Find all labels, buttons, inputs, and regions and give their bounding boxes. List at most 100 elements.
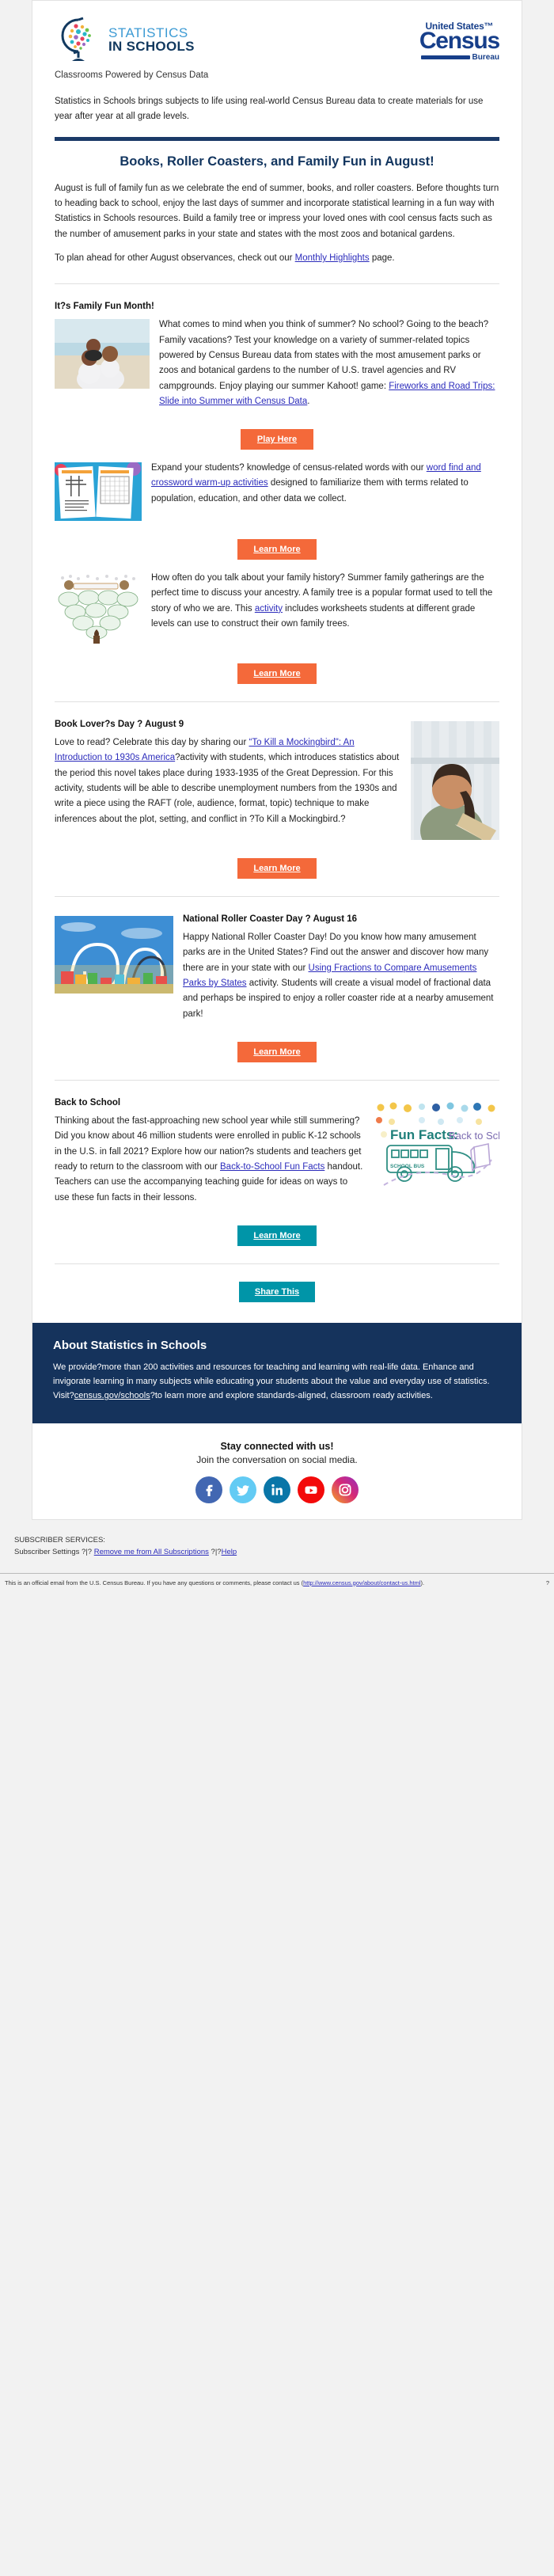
- book-lovers-before: Love to read? Celebrate this day by shar…: [55, 738, 249, 748]
- facebook-icon[interactable]: [195, 1476, 222, 1504]
- subscriber-heading: SUBSCRIBER SERVICES:: [14, 1536, 105, 1545]
- back-to-school-row: Back to School Thinking about the fast-a…: [55, 1098, 499, 1214]
- girl-reading-book-photo: [411, 721, 499, 845]
- family-fun-title: It?s Family Fun Month!: [55, 302, 154, 312]
- subscriber-services: SUBSCRIBER SERVICES: Subscriber Settings…: [0, 1520, 554, 1561]
- monthly-highlights-link[interactable]: Monthly Highlights: [295, 253, 370, 263]
- sis-wordmark: STATISTICS IN SCHOOLS: [108, 26, 195, 53]
- lede-paragraph-1: August is full of family fun as we celeb…: [55, 183, 499, 239]
- social-section: Stay connected with us! Join the convers…: [32, 1423, 522, 1520]
- section-back-to-school: Back to School Thinking about the fast-a…: [32, 1098, 522, 1246]
- play-here-button[interactable]: Play Here: [241, 429, 313, 450]
- sis-logo-line1: STATISTICS: [108, 25, 188, 40]
- share-this-button[interactable]: Share This: [238, 1281, 316, 1302]
- family-fun-block2-text: Expand your students? knowledge of censu…: [151, 461, 499, 519]
- census-logo-rule: [420, 55, 470, 59]
- learn-more-wrap-book: Learn More: [55, 858, 499, 880]
- divider-3: [55, 896, 499, 898]
- instagram-icon[interactable]: [332, 1476, 359, 1504]
- social-icon-row: [32, 1476, 522, 1504]
- family-fun-block1-before: What comes to mind when you think of sum…: [159, 320, 489, 391]
- page-title: Books, Roller Coasters, and Family Fun i…: [120, 154, 434, 169]
- roller-coaster-row: National Roller Coaster Day ? August 16 …: [55, 914, 499, 1031]
- about-section: About Statistics in Schools We provide?m…: [32, 1322, 522, 1424]
- back-to-school-label: Back to School: [449, 1130, 499, 1142]
- census-logo-bar: Bureau: [419, 53, 499, 62]
- section-roller-coaster: National Roller Coaster Day ? August 16 …: [32, 914, 522, 1062]
- contact-us-link[interactable]: http://www.census.gov/about/contact-us.h…: [303, 1579, 420, 1586]
- divider-5: [55, 1263, 499, 1264]
- book-lovers-row: Book Lover?s Day ? August 9 Love to read…: [55, 720, 499, 847]
- family-fun-block1-text: What comes to mind when you think of sum…: [159, 317, 499, 409]
- lede-p2-after: page.: [369, 253, 395, 263]
- learn-more-wrap-bts: Learn More: [55, 1225, 499, 1246]
- divider-1: [55, 283, 499, 285]
- book-lovers-title: Book Lover?s Day ? August 9: [55, 720, 184, 730]
- youtube-icon[interactable]: [298, 1476, 324, 1504]
- globe-icon: [55, 15, 104, 64]
- crossword-worksheets-thumbnail: [55, 462, 142, 525]
- share-this-wrap: Share This: [32, 1281, 522, 1302]
- section-family-fun: It?s Family Fun Month! What comes to min…: [32, 302, 522, 685]
- back-to-school-title: Back to School: [55, 1098, 121, 1108]
- footnote-mark: ?: [545, 1579, 549, 1586]
- census-logo-bureau: Bureau: [472, 52, 499, 62]
- social-title: Stay connected with us!: [220, 1441, 334, 1453]
- linkedin-icon[interactable]: [264, 1476, 290, 1504]
- learn-more-button-roller-coaster[interactable]: Learn More: [237, 1042, 317, 1062]
- family-fun-block-3: How often do you talk about your family …: [55, 571, 499, 652]
- lede-paragraph-2: To plan ahead for other August observanc…: [55, 251, 499, 266]
- subscriber-settings-label[interactable]: Subscriber Settings ?|?: [14, 1548, 92, 1556]
- learn-more-wrap-3: Learn More: [55, 663, 499, 685]
- family-tree-activity-link[interactable]: activity: [255, 604, 283, 614]
- family-beach-photo: [55, 319, 150, 415]
- back-to-school-fun-facts-link[interactable]: Back-to-School Fun Facts: [220, 1162, 324, 1172]
- footnote-after: ).: [420, 1579, 425, 1586]
- about-after: ?to learn more and explore standards-ali…: [150, 1391, 433, 1401]
- section-book-lovers: Book Lover?s Day ? August 9 Love to read…: [32, 720, 522, 880]
- subscriber-links-row: Subscriber Settings ?|? Remove me from A…: [14, 1546, 540, 1558]
- footnote-before: This is an official email from the U.S. …: [5, 1579, 304, 1586]
- roller-coaster-text: Happy National Roller Coaster Day! Do yo…: [183, 930, 499, 1022]
- divider-4: [55, 1080, 499, 1081]
- family-fun-block1-after: .: [307, 396, 310, 406]
- roller-coaster-photo: [55, 916, 173, 1028]
- back-to-school-text: Thinking about the fast-approaching new …: [55, 1114, 363, 1206]
- family-fun-block3-text: How often do you talk about your family …: [151, 571, 499, 644]
- school-bus-label: SCHOOL BUS: [390, 1164, 425, 1169]
- census-logo-census: Census: [419, 28, 500, 54]
- sis-logo-line2: IN SCHOOLS: [108, 39, 195, 54]
- about-title: About Statistics in Schools: [53, 1338, 207, 1352]
- learn-more-button-family-tree[interactable]: Learn More: [237, 663, 317, 685]
- divider-2: [55, 701, 499, 703]
- census-gov-schools-link[interactable]: census.gov/schools: [74, 1391, 150, 1400]
- family-fun-block2-before: Expand your students? knowledge of censu…: [151, 463, 427, 473]
- twitter-icon[interactable]: [230, 1476, 256, 1504]
- learn-more-wrap-2: Learn More: [55, 539, 499, 560]
- play-here-wrap: Play Here: [55, 429, 499, 450]
- family-tree-worksheet-thumbnail: [55, 572, 142, 649]
- subscriber-separator: ?|?: [211, 1548, 222, 1557]
- fun-facts-back-to-school-graphic: Fun Facts: Back to School SCHOOL BUS: [373, 1100, 499, 1211]
- remove-subscriptions-link[interactable]: Remove me from All Subscriptions: [94, 1548, 209, 1556]
- official-email-footnote: This is an official email from the U.S. …: [0, 1574, 554, 1594]
- learn-more-button-back-to-school[interactable]: Learn More: [237, 1225, 317, 1246]
- family-fun-block-1: What comes to mind when you think of sum…: [55, 317, 499, 418]
- social-subtitle: Join the conversation on social media.: [196, 1454, 358, 1466]
- email-page: STATISTICS IN SCHOOLS United States™ Cen…: [0, 0, 554, 1594]
- learn-more-button-book-lovers[interactable]: Learn More: [237, 858, 317, 880]
- masthead: STATISTICS IN SCHOOLS United States™ Cen…: [32, 1, 522, 67]
- learn-more-button-crossword[interactable]: Learn More: [237, 539, 317, 560]
- tagline: Classrooms Powered by Census Data: [55, 70, 209, 80]
- about-text: We provide?more than 200 activities and …: [53, 1360, 501, 1403]
- help-link[interactable]: Help: [222, 1548, 237, 1556]
- lede-p2-before: To plan ahead for other August observanc…: [55, 253, 295, 263]
- statistics-in-schools-logo[interactable]: STATISTICS IN SCHOOLS: [55, 15, 195, 64]
- roller-coaster-title: National Roller Coaster Day ? August 16: [183, 914, 358, 925]
- book-lovers-text: Love to read? Celebrate this day by shar…: [55, 735, 401, 827]
- learn-more-wrap-coaster: Learn More: [55, 1042, 499, 1062]
- headline-divider: [55, 136, 499, 141]
- book-lovers-after: ?activity with students, which introduce…: [55, 753, 400, 824]
- family-fun-block-2: Expand your students? knowledge of censu…: [55, 461, 499, 528]
- census-bureau-logo[interactable]: United States™ Census Bureau: [419, 15, 500, 62]
